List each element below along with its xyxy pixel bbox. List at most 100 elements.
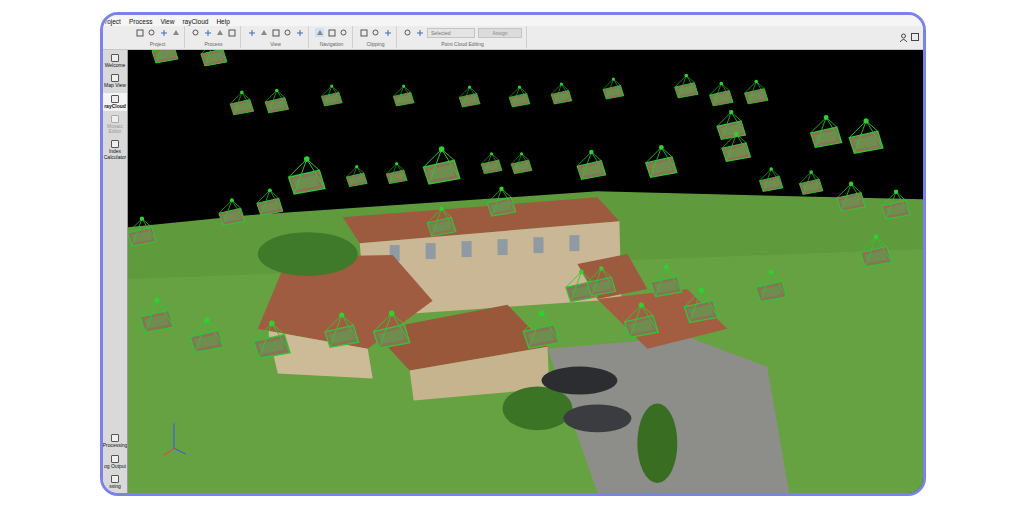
camera-icon[interactable] (577, 150, 606, 180)
camera-icon[interactable] (675, 74, 698, 98)
camera-icon[interactable] (760, 167, 783, 191)
tool-icon (248, 29, 256, 37)
tool-button[interactable] (339, 28, 348, 37)
tool-button[interactable] (191, 28, 200, 37)
camera-icon[interactable] (849, 118, 883, 153)
camera-icon[interactable] (201, 50, 227, 66)
tool-button[interactable] (315, 28, 324, 37)
camera-icon[interactable] (459, 85, 480, 107)
tool-button[interactable] (203, 28, 212, 37)
camera-icon[interactable] (152, 50, 178, 63)
tool-button[interactable] (371, 28, 380, 37)
sidebar-item[interactable]: Map View (103, 72, 127, 90)
tool-button[interactable] (147, 28, 156, 37)
tool-button[interactable] (271, 28, 280, 37)
tool-button[interactable] (171, 28, 180, 37)
tool-button[interactable] (227, 28, 236, 37)
tool-button[interactable] (359, 28, 368, 37)
camera-icon[interactable] (423, 146, 459, 184)
tool-icon (272, 29, 280, 37)
tool-button[interactable] (247, 28, 256, 37)
sidebar-item[interactable]: og Output (103, 453, 127, 471)
camera-icon[interactable] (799, 170, 822, 194)
tool-button[interactable] (403, 29, 412, 38)
group-label: View (270, 41, 281, 47)
camera-icon[interactable] (190, 317, 224, 352)
group-label: Clipping (366, 41, 384, 47)
sidebar-item[interactable]: Welcome (103, 52, 127, 70)
assign-button[interactable]: Assign (478, 28, 522, 38)
tool-button[interactable] (215, 28, 224, 37)
camera-icon[interactable] (710, 82, 733, 106)
toolbar-group: Clipping (355, 26, 397, 48)
camera-icon[interactable] (603, 77, 624, 99)
sidebar-item[interactable]: Index Calculator (103, 138, 127, 162)
tool-button[interactable] (259, 28, 268, 37)
camera-icon[interactable] (646, 145, 677, 177)
camera-icon[interactable] (756, 269, 787, 301)
user-icon[interactable] (899, 33, 908, 42)
camera-icon[interactable] (745, 80, 768, 104)
toolbar-group: Process (187, 26, 241, 48)
menu-item[interactable]: rayCloud (182, 18, 208, 25)
sidebar-item-icon (111, 95, 119, 103)
camera-icon[interactable] (717, 110, 746, 140)
camera-icon[interactable] (257, 188, 283, 215)
camera-icon[interactable] (265, 89, 288, 113)
camera-icon[interactable] (481, 152, 502, 174)
camera-icon[interactable] (289, 156, 325, 194)
camera-icon[interactable] (346, 165, 367, 187)
camera-icon[interactable] (393, 84, 414, 106)
sidebar-item-icon (111, 115, 119, 123)
selection-dropdown[interactable]: Selected (427, 28, 475, 38)
sidebar-item[interactable]: rayCloud (103, 93, 127, 111)
tool-button[interactable] (159, 28, 168, 37)
tool-button[interactable] (283, 28, 292, 37)
app-window: rojectProcessViewrayCloudHelpProjectProc… (100, 12, 926, 496)
camera-icon[interactable] (511, 152, 532, 174)
tool-button[interactable] (415, 29, 424, 38)
camera-icon[interactable] (230, 91, 253, 115)
camera-icon[interactable] (140, 297, 174, 332)
camera-icon[interactable] (509, 85, 530, 107)
camera-icon[interactable] (321, 84, 342, 106)
camera-icon[interactable] (860, 235, 891, 267)
tool-button[interactable] (383, 28, 392, 37)
menu-item[interactable]: roject (105, 18, 121, 25)
camera-icon[interactable] (523, 311, 559, 349)
sidebar-item[interactable]: Processing (103, 432, 127, 450)
camera-icon[interactable] (128, 216, 156, 246)
toolbar-group: View (243, 26, 309, 48)
camera-icon[interactable] (487, 187, 516, 217)
menu-item[interactable]: Help (216, 18, 229, 25)
camera-icon[interactable] (837, 182, 866, 212)
tool-button[interactable] (295, 28, 304, 37)
tool-icon (136, 29, 144, 37)
tool-button[interactable] (327, 28, 336, 37)
camera-icon[interactable] (882, 190, 911, 220)
raycloud-viewport[interactable] (128, 50, 923, 493)
tool-icon (384, 29, 392, 37)
window-icon[interactable] (911, 33, 919, 41)
tool-icon (284, 29, 292, 37)
tool-button[interactable] (135, 28, 144, 37)
camera-icon[interactable] (722, 132, 751, 162)
camera-icon[interactable] (386, 162, 407, 184)
camera-icon[interactable] (254, 321, 290, 359)
camera-icon[interactable] (219, 198, 245, 225)
camera-icon[interactable] (587, 266, 616, 296)
sidebar: WelcomeMap ViewrayCloudMosaic EditorInde… (103, 50, 128, 493)
menu-item[interactable]: Process (129, 18, 152, 25)
camera-icon[interactable] (325, 312, 359, 347)
menu-item[interactable]: View (160, 18, 174, 25)
toolbar-group: Navigation (311, 26, 353, 48)
tool-icon (416, 29, 424, 37)
sidebar-item[interactable]: ssing (103, 473, 127, 491)
camera-icon[interactable] (373, 311, 409, 349)
camera-icon[interactable] (427, 206, 456, 236)
camera-icon[interactable] (624, 302, 658, 337)
camera-icon[interactable] (684, 288, 718, 323)
camera-icon[interactable] (551, 82, 572, 104)
camera-icon[interactable] (651, 264, 682, 296)
camera-icon[interactable] (811, 115, 842, 147)
